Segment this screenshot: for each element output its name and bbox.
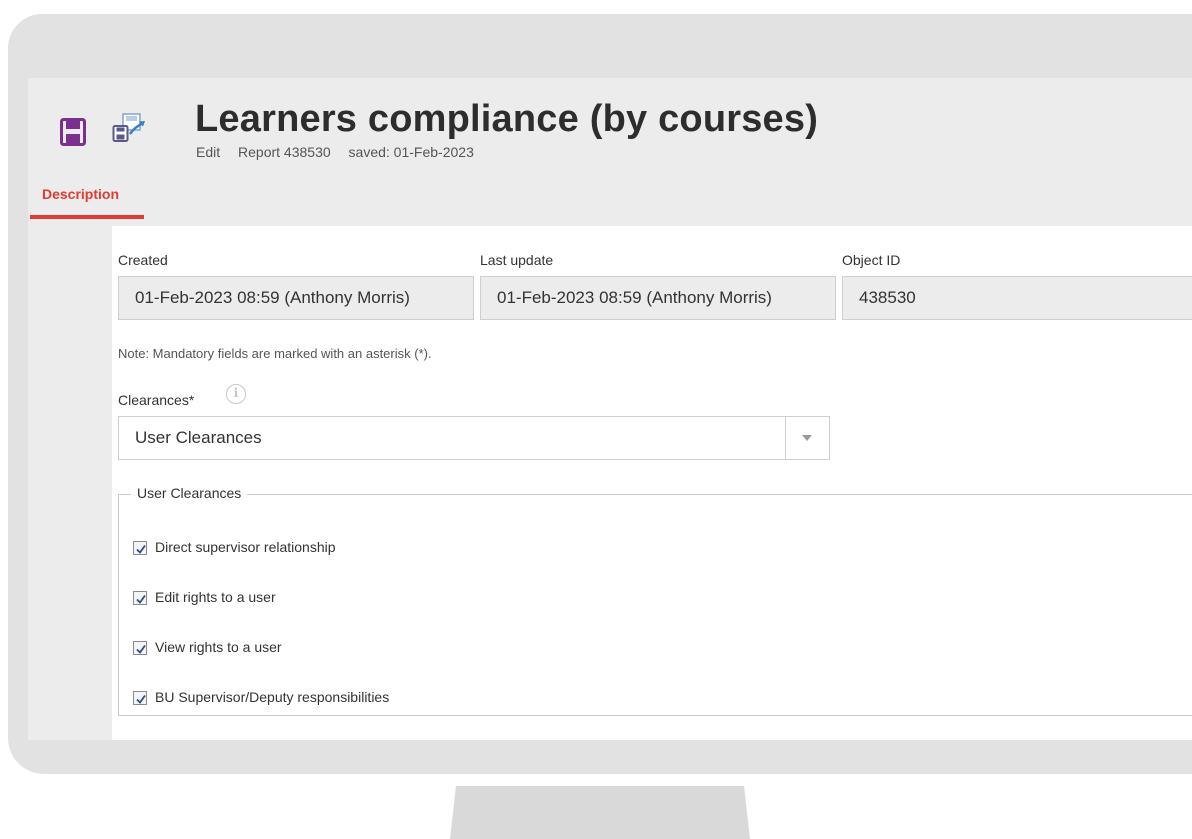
checkbox-checked-icon[interactable] xyxy=(133,641,147,655)
page-header: Learners compliance (by courses) Edit Re… xyxy=(28,78,1192,226)
checkbox-label: Direct supervisor relationship xyxy=(155,539,336,555)
page-subtitle: Edit Report 438530 saved: 01-Feb-2023 xyxy=(196,144,488,160)
checkbox-label: Edit rights to a user xyxy=(155,589,276,605)
app-screen: Learners compliance (by courses) Edit Re… xyxy=(28,78,1192,740)
mandatory-note: Note: Mandatory fields are marked with a… xyxy=(118,346,432,361)
dropdown-toggle[interactable] xyxy=(785,417,829,459)
save-as-icon[interactable] xyxy=(112,110,148,146)
save-icon[interactable] xyxy=(60,118,86,146)
checkbox-label: BU Supervisor/Deputy responsibilities xyxy=(155,689,390,705)
last-update-field: 01-Feb-2023 08:59 (Anthony Morris) xyxy=(480,276,836,320)
clearances-selected-value: User Clearances xyxy=(135,428,262,447)
last-update-label: Last update xyxy=(480,252,554,268)
clearances-label: Clearances* xyxy=(118,392,195,408)
object-id-label: Object ID xyxy=(842,252,901,268)
saved-date-label: saved: 01-Feb-2023 xyxy=(348,144,474,160)
info-icon[interactable]: i xyxy=(226,384,246,404)
user-clearances-legend: User Clearances xyxy=(131,485,248,501)
checkbox-label: View rights to a user xyxy=(155,639,282,655)
object-id-field: 438530 xyxy=(842,276,1192,320)
monitor-frame: Learners compliance (by courses) Edit Re… xyxy=(8,14,1192,774)
user-clearances-group: User Clearances Direct supervisor relati… xyxy=(118,485,1192,716)
description-panel: Created 01-Feb-2023 08:59 (Anthony Morri… xyxy=(112,226,1192,740)
active-tab-indicator xyxy=(30,215,144,219)
created-label: Created xyxy=(118,252,168,268)
checkbox-checked-icon[interactable] xyxy=(133,691,147,705)
checkbox-checked-icon[interactable] xyxy=(133,541,147,555)
chevron-down-icon xyxy=(802,435,812,441)
mode-label: Edit xyxy=(196,144,221,160)
created-field: 01-Feb-2023 08:59 (Anthony Morris) xyxy=(118,276,474,320)
checkbox-checked-icon[interactable] xyxy=(133,591,147,605)
report-id-label: Report 438530 xyxy=(238,144,331,160)
monitor-stand xyxy=(450,786,750,839)
page-title: Learners compliance (by courses) xyxy=(195,98,819,140)
clearances-select[interactable]: User Clearances xyxy=(118,416,830,460)
